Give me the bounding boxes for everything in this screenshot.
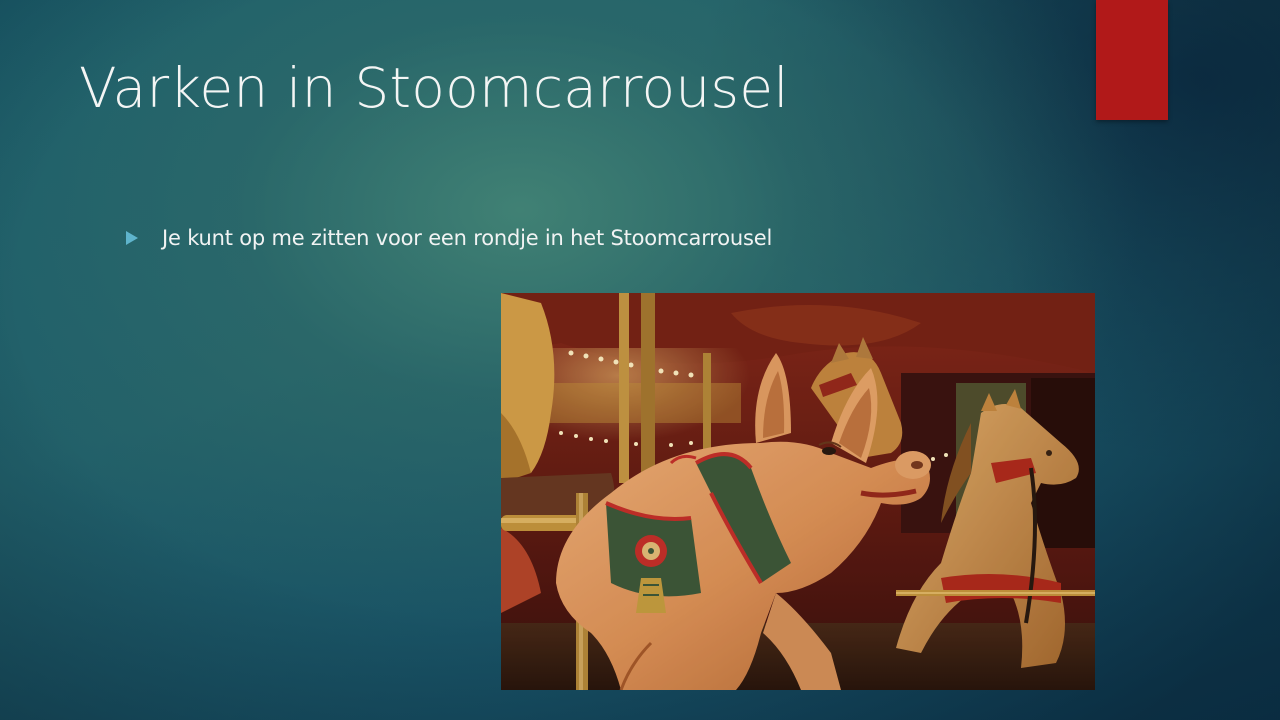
accent-bar: [1096, 0, 1168, 120]
triangle-bullet-icon: [126, 231, 138, 245]
bullet-list: Je kunt op me zitten voor een rondje in …: [126, 222, 772, 254]
carousel-pig-photo: [501, 293, 1095, 690]
bullet-item: Je kunt op me zitten voor een rondje in …: [126, 222, 772, 254]
slide-title: Varken in Stoomcarrousel: [79, 56, 789, 120]
bullet-text: Je kunt op me zitten voor een rondje in …: [162, 226, 773, 250]
slide: Varken in Stoomcarrousel Je kunt op me z…: [0, 0, 1280, 720]
